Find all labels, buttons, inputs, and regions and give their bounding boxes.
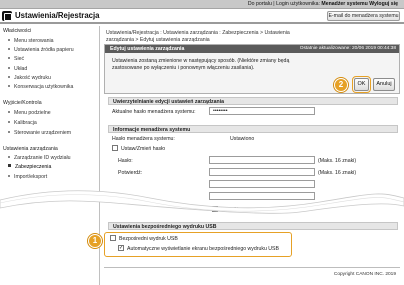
confirm-max-note: (Maks. 16 znaki) xyxy=(318,170,357,176)
mail-admin-button[interactable]: E-mail do menadżera systemu xyxy=(327,11,400,21)
sidebar-item-network[interactable]: Sieć xyxy=(8,56,24,62)
copyright: Copyright CANON INC. 2019 xyxy=(333,272,396,277)
current-password-label: Aktualne hasło menadżera systemu: xyxy=(112,109,196,115)
bullet-icon xyxy=(8,131,10,133)
ok-button[interactable]: OK xyxy=(354,78,369,91)
bullet-icon xyxy=(8,85,10,87)
password-input[interactable] xyxy=(209,156,315,164)
auth-section-header: Uwierzytelnianie edycji ustawień zarządz… xyxy=(108,97,398,105)
password-max-note: (Maks. 16 znaki) xyxy=(318,158,357,164)
bullet-icon xyxy=(8,111,10,113)
bullet-icon xyxy=(8,121,10,123)
change-password-checkbox[interactable] xyxy=(112,145,118,151)
bullet-icon xyxy=(8,175,10,177)
portal-link[interactable]: Do portalu xyxy=(248,1,272,7)
sidebar-item-device-control[interactable]: Sterowanie urządzeniem xyxy=(8,130,71,136)
info-section-header: Informacje menadżera systemu xyxy=(108,125,398,133)
callout-2: 2 xyxy=(334,78,348,92)
bullet-icon xyxy=(8,164,11,167)
page-header: Ustawienia/Rejestracja E-mail do menadże… xyxy=(0,9,404,24)
sidebar-item-layout[interactable]: Układ xyxy=(8,66,27,72)
sidebar-item-maintenance[interactable]: Konserwacja użytkownika xyxy=(8,84,73,90)
bullet-icon xyxy=(8,67,10,69)
usb-auto-label: Automatyczne wyświetlanie ekranu bezpośr… xyxy=(127,246,279,252)
sidebar-group-output: Wyjście/Kontrola xyxy=(3,100,42,106)
sidebar-item-print-quality[interactable]: Jakość wydruku xyxy=(8,75,51,81)
page-tear-divider xyxy=(0,190,404,214)
usb-section-header: Ustawienia bezpośredniego wydruku USB xyxy=(108,222,398,230)
cancel-button[interactable]: Anuluj xyxy=(373,78,395,91)
admin-password-label: Hasło menadżera systemu: xyxy=(112,136,175,142)
usb-direct-checkbox[interactable] xyxy=(110,235,116,241)
breadcrumb: Ustawienia/Rejestracja : Ustawienia zarz… xyxy=(106,30,290,43)
sidebar-item-paper-source[interactable]: Ustawienia źródła papieru xyxy=(8,47,74,53)
settings-logo-icon xyxy=(2,11,12,21)
bullet-icon xyxy=(8,57,10,59)
sidebar-item-split-menu[interactable]: Menu podzielne xyxy=(8,110,51,116)
bullet-icon xyxy=(8,76,10,78)
bullet-icon xyxy=(8,156,10,158)
change-password-label: Ustaw/Zmień hasło xyxy=(121,146,166,152)
usb-direct-label: Bezpośredni wydruk USB xyxy=(119,236,178,242)
sidebar-item-calibration[interactable]: Kalibracja xyxy=(8,120,37,126)
sidebar-item-import-export[interactable]: Import/eksport xyxy=(8,174,47,180)
sidebar-item-security[interactable]: Zabezpieczenia xyxy=(8,164,51,170)
bullet-icon xyxy=(8,48,10,50)
admin-password-status: Ustawiono xyxy=(230,136,255,142)
login-label: Login użytkownika: xyxy=(276,1,320,7)
callout-1: 1 xyxy=(88,234,102,248)
sidebar-group-management: Ustawienia zarządzania xyxy=(3,146,58,152)
confirm-label: Potwierdź: xyxy=(118,170,143,176)
panel-title: Edytuj ustawienia zarządzania xyxy=(110,46,185,52)
top-separator: | xyxy=(273,1,275,7)
usb-auto-checkbox[interactable]: ✓ xyxy=(118,245,124,251)
current-password-input[interactable]: •••••••• xyxy=(209,107,315,115)
sidebar: Właściwości Menu sterowania Ustawienia ź… xyxy=(0,26,100,285)
bullet-icon xyxy=(8,39,10,41)
last-updated: Ostatnie aktualizowane: 20/06 2019 00:44… xyxy=(299,46,396,51)
panel-title-bar: Edytuj ustawienia zarządzania Ostatnie a… xyxy=(105,45,399,53)
page-title: Ustawienia/Rejestracja xyxy=(15,11,100,20)
password-label: Hasło: xyxy=(118,158,133,164)
confirm-input[interactable] xyxy=(209,168,315,176)
sidebar-item-department-id[interactable]: Zarządzanie ID wydziału xyxy=(8,155,71,161)
login-user: Menadżer systemu xyxy=(321,1,368,7)
sidebar-group-properties: Właściwości xyxy=(3,28,32,34)
sidebar-item-control-menu[interactable]: Menu sterowania xyxy=(8,38,54,44)
info-message: Ustawienia zostaną zmienione w następują… xyxy=(112,58,290,71)
logout-link[interactable]: Wyloguj się xyxy=(369,1,398,7)
top-links: Do portalu | Login użytkownika: Menadżer… xyxy=(248,1,398,7)
footer-divider xyxy=(104,267,400,268)
top-bar: Do portalu | Login użytkownika: Menadżer… xyxy=(0,0,404,9)
